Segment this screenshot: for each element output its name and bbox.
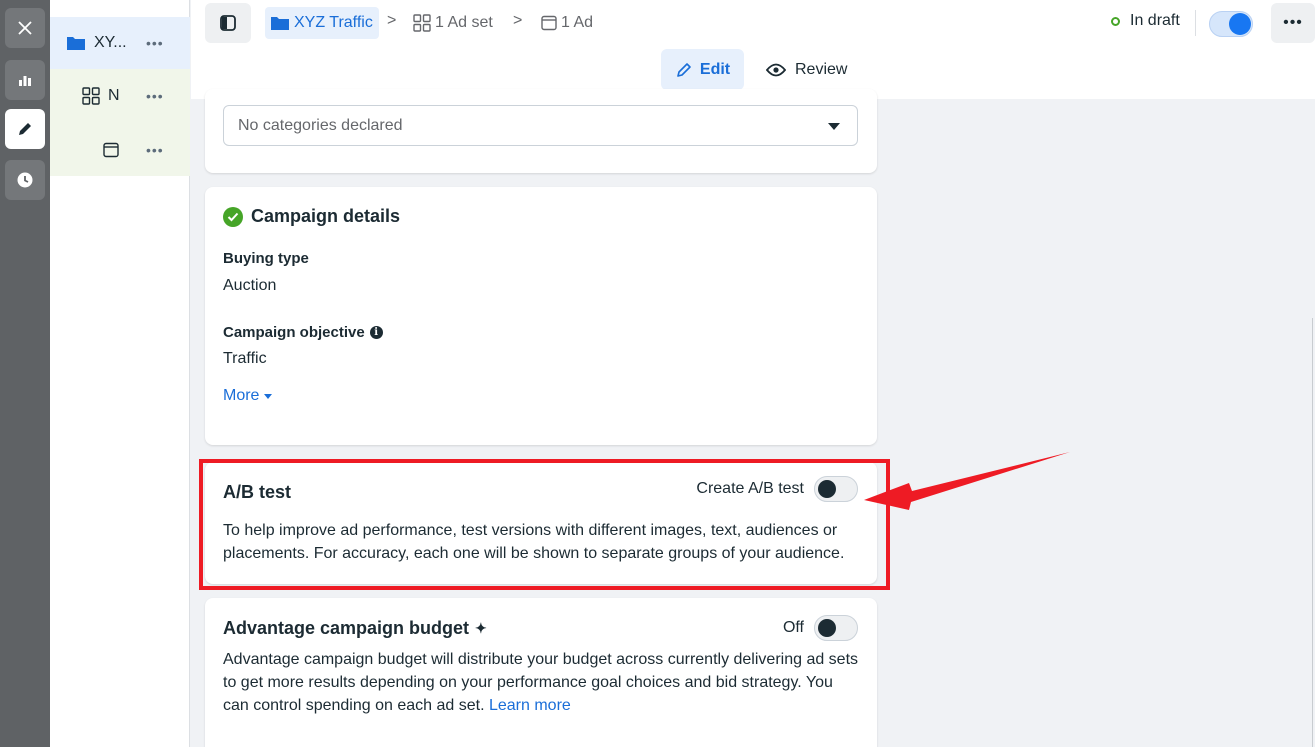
edit-tab[interactable]: Edit [661, 49, 744, 90]
advantage-budget-description: Advantage campaign budget will distribut… [223, 648, 863, 717]
adset-grid-icon [413, 14, 431, 32]
objective-label-text: Campaign objective [223, 324, 365, 341]
card-title-text: Campaign details [251, 206, 401, 226]
left-rail [0, 0, 50, 747]
select-value: No categories declared [238, 116, 403, 134]
tree-item-campaign[interactable]: XY... ••• [50, 17, 190, 69]
history-button[interactable] [5, 160, 45, 200]
draft-status: In draft [1111, 12, 1180, 30]
chevron-right-icon: > [387, 12, 397, 29]
campaign-details-title: Campaign details [223, 206, 400, 227]
bar-chart-icon [19, 76, 31, 86]
campaign-objective-label: Campaign objective i [223, 324, 383, 341]
tree-adset-label: N [108, 87, 120, 104]
advantage-budget-toggle-row: Off [783, 615, 858, 641]
advantage-budget-switch[interactable] [814, 615, 858, 641]
check-circle-icon [223, 206, 243, 227]
ad-icon [541, 15, 557, 31]
dropdown-caret-icon [828, 123, 840, 130]
status-label: In draft [1130, 12, 1180, 29]
review-tab-label: Review [795, 60, 848, 78]
advantage-budget-title-text: Advantage campaign budget [223, 618, 470, 638]
more-link-label: More [223, 387, 260, 404]
pencil-icon [19, 123, 31, 135]
buying-type-value: Auction [223, 277, 277, 294]
clock-icon [17, 172, 33, 188]
folder-icon [271, 17, 289, 30]
advantage-budget-title: Advantage campaign budget ✦ [223, 618, 487, 639]
breadcrumb-adset[interactable]: 1 Ad set [413, 7, 493, 39]
breadcrumb-ad-label: 1 Ad [561, 14, 594, 31]
campaign-details-card: Campaign details Buying type Auction Cam… [205, 187, 877, 445]
top-bar: XYZ Traffic > 1 Ad set > 1 Ad In draft •… [191, 0, 1315, 99]
more-options-icon[interactable]: ••• [146, 88, 164, 104]
sidebar-toggle-icon [220, 15, 236, 31]
more-options-icon[interactable]: ••• [146, 35, 164, 51]
campaign-on-off-toggle[interactable] [1209, 11, 1253, 37]
status-dot-icon [1111, 16, 1120, 26]
pencil-icon [677, 62, 691, 77]
panel-toggle-button[interactable] [205, 3, 251, 43]
edit-tab-label: Edit [699, 60, 731, 78]
tree-item-ad[interactable]: ••• [50, 123, 190, 176]
tree-campaign-label: XY... [94, 34, 127, 51]
edit-mode-button[interactable] [5, 109, 45, 149]
review-tab[interactable]: Review [766, 49, 847, 90]
special-ad-categories-select[interactable]: No categories declared [223, 105, 858, 146]
folder-icon [67, 37, 85, 50]
campaign-objective-value: Traffic [223, 350, 267, 367]
more-options-icon[interactable]: ••• [146, 142, 164, 158]
more-options-button[interactable]: ••• [1271, 3, 1315, 43]
learn-more-link[interactable]: Learn more [489, 697, 571, 714]
divider [1195, 10, 1196, 36]
buying-type-label: Buying type [223, 250, 309, 267]
advantage-campaign-budget-card: Advantage campaign budget ✦ Off Advantag… [205, 598, 877, 747]
advantage-budget-toggle-label: Off [782, 619, 804, 636]
campaign-tree: XY... ••• N ••• ••• [50, 0, 190, 747]
close-button[interactable] [5, 8, 45, 48]
breadcrumb-campaign-label: XYZ Traffic [294, 14, 373, 31]
sparkle-icon: ✦ [475, 620, 487, 636]
main-content: No categories declared Campaign details … [191, 89, 1315, 747]
eye-icon [766, 63, 786, 76]
more-link[interactable]: More [223, 387, 273, 405]
ad-icon [103, 142, 119, 157]
info-icon[interactable]: i [369, 326, 383, 339]
tree-item-adset[interactable]: N ••• [50, 69, 190, 123]
highlight-box [199, 459, 890, 590]
scrollbar-track[interactable] [1312, 318, 1313, 747]
close-icon [18, 21, 32, 35]
adset-grid-icon [82, 87, 100, 105]
breadcrumb-ad[interactable]: 1 Ad [541, 7, 593, 39]
special-ad-categories-card: No categories declared [205, 89, 877, 173]
reporting-button[interactable] [5, 60, 45, 100]
breadcrumb-adset-label: 1 Ad set [435, 14, 493, 31]
chevron-right-icon: > [513, 12, 523, 29]
breadcrumb-campaign[interactable]: XYZ Traffic [265, 7, 379, 39]
caret-down-icon [264, 393, 273, 399]
